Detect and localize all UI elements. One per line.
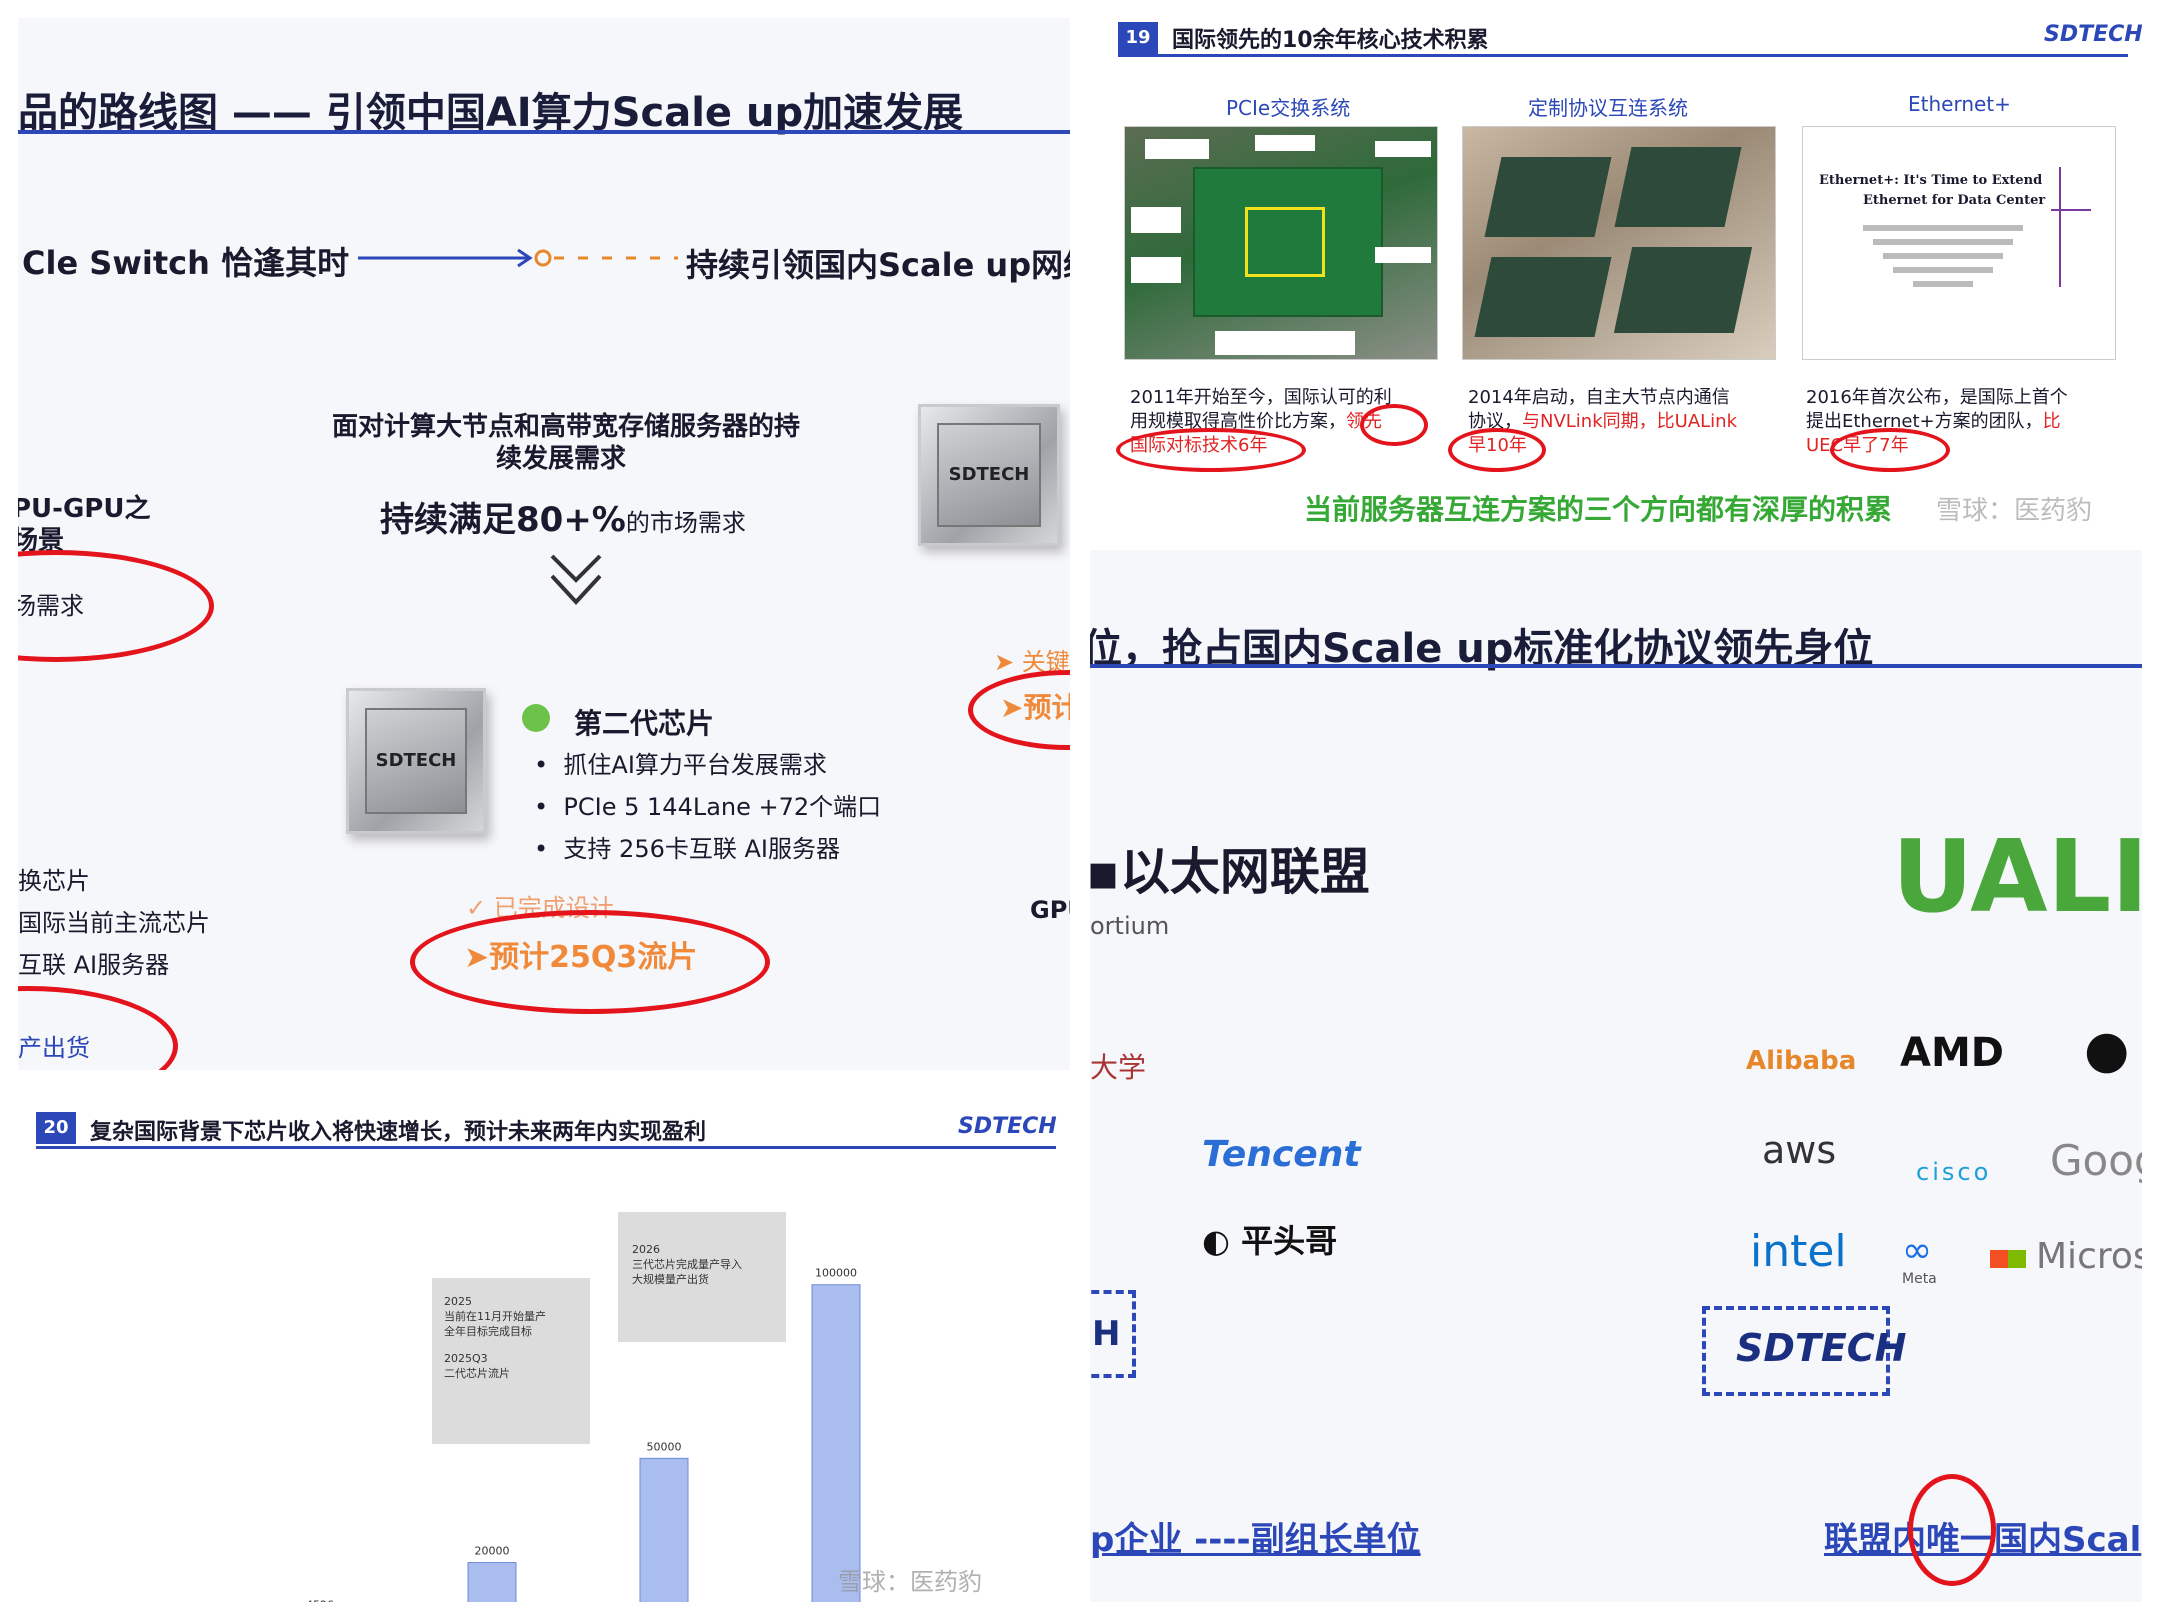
demand-title-2: 续发展需求	[496, 444, 627, 474]
header-underline	[36, 1146, 1056, 1149]
panel-tech-accumulation: 19 国际领先的10余年核心技术积累 SDTECH PCIe交换系统 定制协议互…	[1090, 18, 2142, 530]
ethernet-paper-image: Ethernet+: It's Time to Extend Ethernet …	[1802, 126, 2116, 360]
watermark-top-right: 雪球：医药豹	[1936, 496, 2093, 526]
chip-image-gen2: SDTECH	[346, 688, 486, 834]
slide-number: 19	[1118, 22, 1158, 54]
col-title-ethernet: Ethernet+	[1908, 92, 2011, 116]
partial-logo-left: 大学	[1090, 1051, 1147, 1084]
watermark-chart: 雪球：医药豹	[838, 1568, 982, 1596]
custom-system-photo	[1462, 126, 1776, 360]
gen2-bullet: • 支持 256卡互联 AI服务器	[534, 835, 840, 863]
lead-scale-text: 持续引领国内Scale up网络	[686, 246, 1070, 284]
revenue-bar-chart: 10002023A45262024A200002025E500002026E10…	[306, 1267, 861, 1602]
red-circle-cap1b	[1116, 428, 1306, 472]
left-bullet: 换芯片	[18, 867, 90, 895]
tech-summary: 当前服务器互连方案的三个方向都有深厚的积累	[1304, 493, 1893, 526]
left-bullet: 互联 AI服务器	[18, 951, 170, 979]
header-underline	[1118, 54, 2128, 57]
google-logo: Goog	[2050, 1136, 2142, 1185]
pcie-switch-text: Cle Switch 恰逢其时	[22, 244, 350, 282]
revenue-bar	[811, 1284, 861, 1602]
microsoft-logo: Micros	[1990, 1236, 2142, 1277]
arrow-dashed-icon	[358, 248, 678, 268]
brand-logo: SDTECH	[2044, 22, 2142, 47]
apple-logo-icon: ●	[2084, 1020, 2130, 1080]
sdtech-logo: SDTECH	[1736, 1326, 1907, 1370]
ualink-logo: UALIN	[1892, 818, 2142, 935]
consortium-text: ortium	[1090, 912, 1170, 940]
col-title-custom: 定制协议互连系统	[1528, 96, 1688, 120]
red-circle-left-bottom	[18, 986, 178, 1070]
slide-number: 20	[36, 1112, 76, 1144]
bar-value-label: 100000	[815, 1267, 857, 1280]
panel-roadmap: 品的路线图 —— 引领中国AI算力Scale up加速发展 Cle Switch…	[18, 18, 1070, 1070]
revenue-bar	[467, 1562, 517, 1602]
chart-title: 复杂国际背景下芯片收入将快速增长，预计未来两年内实现盈利	[90, 1120, 707, 1145]
bar-value-label: 20000	[475, 1545, 510, 1558]
bar-value-label: 50000	[647, 1440, 682, 1453]
brand-logo: SDTECH	[958, 1114, 1057, 1139]
gen2-bullet: • 抓住AI算力平台发展需求	[534, 751, 827, 779]
title-underline	[18, 130, 1070, 134]
left-bullet: 国际当前主流芯片	[18, 909, 210, 937]
pingtouge-logo: ◐ 平头哥	[1202, 1222, 1338, 1260]
aws-logo: aws	[1762, 1128, 1837, 1172]
red-circle-right	[968, 670, 1070, 750]
gen2-title: 第二代芯片	[574, 707, 715, 740]
left-mark: H	[1092, 1314, 1121, 1354]
title-underline	[1090, 664, 2142, 668]
panel-alliance: 位，抢占国内Scale up标准化协议领先身位 ▪以太网联盟 ortium UA…	[1090, 550, 2142, 1602]
alibaba-logo: Alibaba	[1746, 1046, 1857, 1076]
gen2-bullet: • PCIe 5 144Lane +72个端口	[534, 793, 882, 821]
col-title-pcie: PCIe交换系统	[1226, 96, 1351, 120]
left-bullet-list: 换芯片 国际当前主流芯片 互联 AI服务器	[18, 860, 210, 986]
red-circle-cap3	[1830, 428, 1950, 472]
pcie-board-photo	[1124, 126, 1438, 360]
meta-logo: ∞ Meta	[1902, 1230, 1937, 1287]
gen2-bullet-list: • 抓住AI算力平台发展需求 • PCIe 5 144Lane +72个端口 •…	[534, 744, 881, 870]
alliance-name: ▪以太网联盟	[1090, 843, 1370, 901]
amd-logo: AMD	[1900, 1030, 2004, 1076]
intel-logo: intel	[1750, 1226, 1847, 1277]
market-share: 持续满足80+%	[380, 500, 626, 540]
panel-revenue-chart: 20 复杂国际背景下芯片收入将快速增长，预计未来两年内实现盈利 SDTECH 2…	[18, 1090, 1070, 1602]
green-dot-icon	[522, 704, 550, 732]
red-circle-cap2	[1448, 428, 1546, 472]
red-circle-tapeout	[410, 910, 770, 1014]
market-line: 持续满足80+%的市场需求	[380, 492, 746, 541]
right-gpu-text: GPU	[1030, 896, 1070, 924]
chip-image-top: SDTECH	[918, 404, 1060, 546]
market-suffix: 的市场需求	[625, 509, 746, 537]
bar-value-label: 4526	[306, 1598, 334, 1602]
vice-leader-text: p企业 ----副组长单位	[1090, 1520, 1421, 1560]
revenue-bar	[639, 1457, 689, 1602]
red-circle-unique	[1908, 1474, 1996, 1586]
tencent-logo: Tencent	[1202, 1134, 1361, 1175]
tech-title: 国际领先的10余年核心技术积累	[1172, 28, 1489, 53]
red-circle-cap1a	[1360, 404, 1428, 446]
cisco-logo: cisco	[1916, 1158, 1992, 1186]
red-circle-left	[18, 550, 214, 662]
double-chevron-icon	[550, 554, 602, 605]
